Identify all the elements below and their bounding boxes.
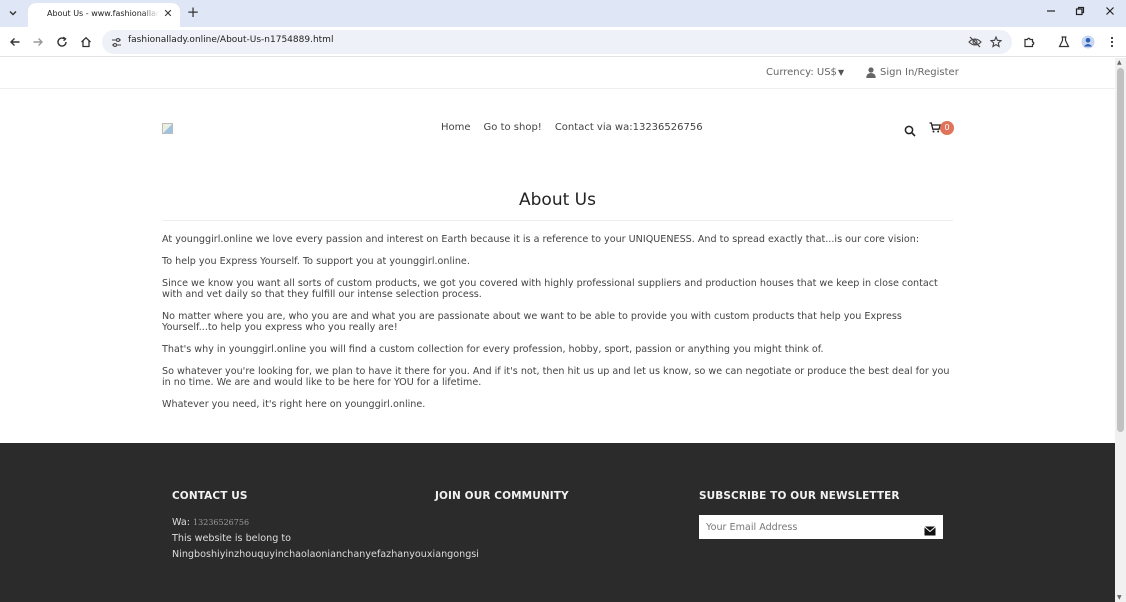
flask-icon[interactable] bbox=[1055, 33, 1073, 51]
forward-arrow-icon[interactable] bbox=[29, 33, 47, 51]
restore-icon[interactable] bbox=[1072, 5, 1088, 21]
about-paragraph: Since we know you want all sorts of cust… bbox=[162, 278, 938, 300]
ownership-line: This website is belong to bbox=[172, 533, 291, 544]
url-text: fashionallady.online/About-Us-n1754889.h… bbox=[128, 35, 334, 45]
search-icon[interactable] bbox=[904, 122, 916, 137]
bookmark-star-icon[interactable] bbox=[988, 34, 1004, 50]
about-paragraph: That's why in younggirl.online you will … bbox=[162, 344, 824, 355]
about-paragraph: To help you Express Yourself. To support… bbox=[162, 256, 470, 267]
about-paragraph: No matter where you are, who you are and… bbox=[162, 311, 902, 333]
tab-close-icon[interactable]: ✕ bbox=[161, 7, 175, 21]
newsletter-heading: SUBSCRIBE TO OUR NEWSLETTER bbox=[699, 490, 900, 502]
web-page: Currency: US$ ▼ Sign In/Register Home Go… bbox=[0, 58, 1115, 602]
puzzle-icon[interactable] bbox=[1020, 33, 1038, 51]
whatsapp-line: Wa: 13236526756 bbox=[172, 517, 249, 528]
scroll-down-arrow-icon[interactable]: ▼ bbox=[1117, 594, 1122, 601]
nav-go-to-shop[interactable]: Go to shop! bbox=[484, 122, 542, 133]
tab-search-chevron-down-icon[interactable] bbox=[4, 4, 22, 22]
back-arrow-icon[interactable] bbox=[6, 33, 24, 51]
scroll-up-arrow-icon[interactable]: ▲ bbox=[1117, 59, 1122, 66]
site-info-icon[interactable] bbox=[109, 35, 123, 49]
eye-off-icon[interactable] bbox=[967, 34, 983, 50]
page-scrollbar[interactable]: ▲ ▼ bbox=[1115, 58, 1126, 602]
envelope-icon[interactable] bbox=[924, 521, 936, 536]
contact-heading: CONTACT US bbox=[172, 490, 248, 502]
scroll-thumb[interactable] bbox=[1117, 68, 1124, 432]
sign-in-link[interactable]: Sign In/Register bbox=[866, 67, 959, 78]
company-name: Ningboshiyinzhouquyinchaolaonianchanyefa… bbox=[172, 549, 479, 560]
whatsapp-label: Wa: bbox=[172, 517, 190, 528]
home-icon[interactable] bbox=[77, 33, 95, 51]
new-tab-plus-icon[interactable]: + bbox=[185, 4, 201, 20]
nav-home[interactable]: Home bbox=[441, 122, 471, 133]
profile-icon[interactable] bbox=[1079, 33, 1097, 51]
kebab-menu-icon[interactable] bbox=[1103, 33, 1121, 51]
page-title: About Us bbox=[519, 190, 596, 210]
newsletter-email-input[interactable] bbox=[699, 515, 909, 539]
utility-bar: Currency: US$ ▼ Sign In/Register bbox=[0, 58, 1115, 89]
about-content: At younggirl.online we love every passio… bbox=[162, 234, 953, 421]
nav-contact[interactable]: Contact via wa:13236526756 bbox=[555, 122, 703, 133]
user-icon bbox=[866, 67, 876, 78]
minimize-icon[interactable] bbox=[1043, 5, 1059, 21]
whatsapp-number[interactable]: 13236526756 bbox=[193, 518, 249, 527]
sign-in-label: Sign In/Register bbox=[880, 67, 959, 78]
about-paragraph: At younggirl.online we love every passio… bbox=[162, 234, 920, 245]
newsletter-form bbox=[699, 515, 943, 539]
window-close-icon[interactable] bbox=[1102, 5, 1118, 21]
main-nav: Home Go to shop! Contact via wa:13236526… bbox=[441, 122, 703, 133]
browser-toolbar: fashionallady.online/About-Us-n1754889.h… bbox=[0, 27, 1126, 57]
currency-selector[interactable]: Currency: US$ bbox=[766, 67, 837, 78]
tab-title: About Us - www.fashionallady.online bbox=[47, 9, 159, 18]
title-divider bbox=[162, 220, 953, 221]
tab-strip: About Us - www.fashionallady.online ✕ + bbox=[0, 0, 1126, 27]
cart-count-badge[interactable]: 0 bbox=[940, 121, 954, 135]
site-logo-broken-image[interactable] bbox=[162, 123, 173, 134]
about-paragraph: Whatever you need, it's right here on yo… bbox=[162, 399, 426, 410]
reload-icon[interactable] bbox=[53, 33, 71, 51]
browser-tab[interactable]: About Us - www.fashionallady.online ✕ bbox=[28, 3, 180, 27]
site-footer: CONTACT US Wa: 13236526756 This website … bbox=[0, 443, 1115, 602]
about-paragraph: So whatever you're looking for, we plan … bbox=[162, 366, 950, 388]
community-heading: JOIN OUR COMMUNITY bbox=[435, 490, 569, 502]
caret-down-icon[interactable]: ▼ bbox=[838, 68, 844, 77]
address-bar[interactable]: fashionallady.online/About-Us-n1754889.h… bbox=[102, 30, 1012, 54]
